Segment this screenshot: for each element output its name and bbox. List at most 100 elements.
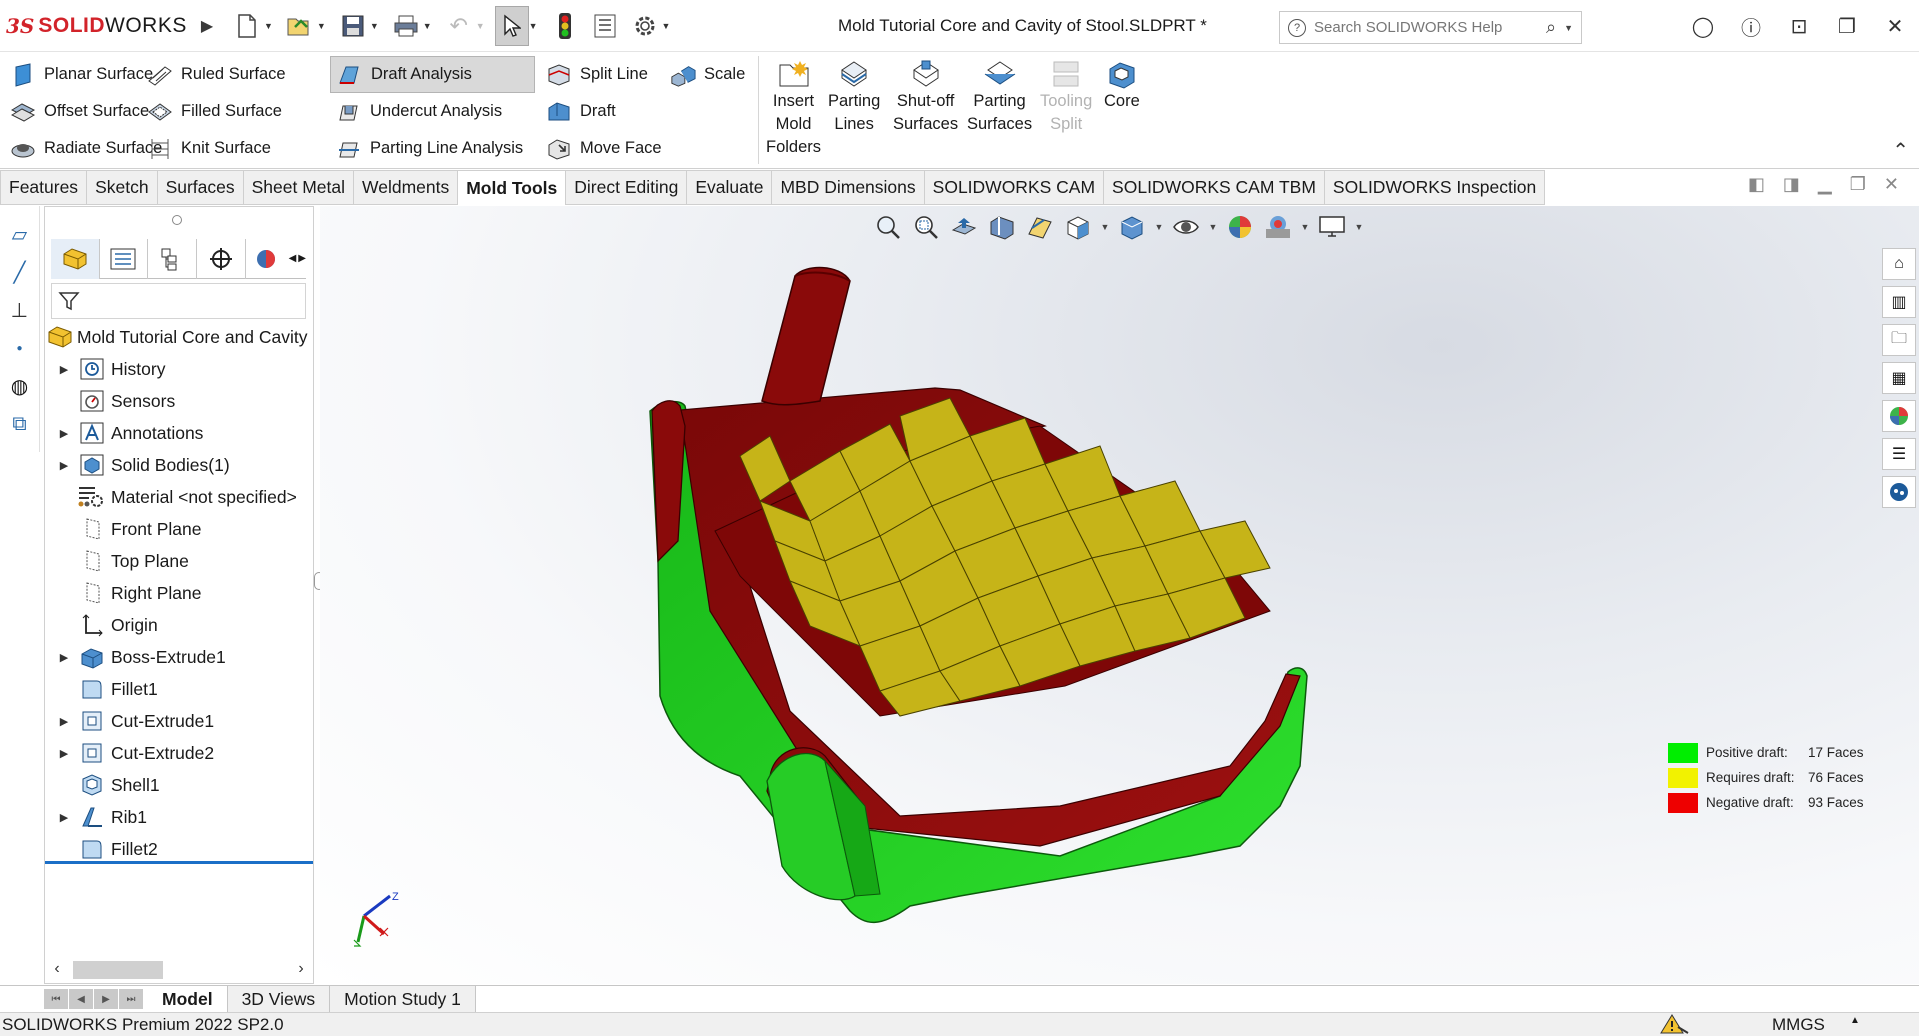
tab-scroll-left-icon[interactable]: ◀ [289, 253, 297, 264]
tree-item-rib1[interactable]: ▶ Rib1 [45, 801, 313, 833]
options-caret-icon[interactable]: ▼ [662, 21, 671, 31]
core-button[interactable]: Core [1104, 58, 1140, 113]
tree-item-cut-extrude2[interactable]: ▶ Cut-Extrude2 [45, 737, 313, 769]
flyout-arrow-icon[interactable]: ▶ [190, 6, 224, 46]
center-of-mass-icon[interactable]: ◍ [6, 372, 34, 400]
help-icon[interactable]: ⓘ [1727, 12, 1775, 41]
select-caret-icon[interactable]: ▼ [529, 21, 538, 31]
print-icon[interactable] [389, 6, 423, 46]
tab-surfaces[interactable]: Surfaces [157, 170, 244, 205]
point-icon[interactable]: ● [6, 334, 34, 362]
configuration-manager-tab[interactable] [148, 239, 197, 279]
appearances-scenes-icon[interactable] [1882, 400, 1916, 432]
scroll-track[interactable] [69, 959, 289, 979]
expand-arrow-icon[interactable]: ▶ [57, 651, 71, 664]
scroll-right-icon[interactable]: › [289, 960, 313, 978]
solidworks-forum-icon[interactable] [1882, 476, 1916, 508]
tab-weldments[interactable]: Weldments [354, 170, 459, 205]
tab-scroll-arrows[interactable]: ◀ ▶ [287, 239, 306, 278]
scroll-left-icon[interactable]: ‹ [45, 960, 69, 978]
tooling-split-button[interactable]: Tooling Split [1040, 58, 1092, 136]
viewport-tile-left-icon[interactable]: ◧ [1748, 174, 1765, 195]
section-view-icon[interactable]: ⧉ [6, 410, 34, 438]
display-manager-tab[interactable] [246, 239, 287, 279]
file-properties-icon[interactable] [588, 6, 622, 46]
tree-item-history[interactable]: ▶ History [45, 353, 313, 385]
shut-off-surfaces-button[interactable]: Shut-off Surfaces [893, 58, 958, 136]
tree-item-cut-extrude1[interactable]: ▶ Cut-Extrude1 [45, 705, 313, 737]
tab-direct-editing[interactable]: Direct Editing [566, 170, 688, 205]
graphics-viewport[interactable]: ▼ ▼ ▼ ▼ ▼ ⌂ ▥ 🗀 ▦ ☰ Positive draft: 17 F… [320, 206, 1919, 984]
open-document-icon[interactable] [283, 6, 317, 46]
filter-funnel-icon[interactable] [58, 290, 80, 312]
select-pointer-icon[interactable] [494, 5, 529, 46]
rebuild-traffic-light-icon[interactable] [548, 6, 582, 46]
tab-solidworks-inspection[interactable]: SOLIDWORKS Inspection [1324, 170, 1546, 205]
property-manager-tab[interactable] [100, 239, 149, 279]
new-caret-icon[interactable]: ▼ [264, 21, 273, 31]
tree-item-fillet1[interactable]: Fillet1 [45, 673, 313, 705]
viewport-restore-icon[interactable]: ❐ [1850, 174, 1866, 195]
expand-arrow-icon[interactable]: ▶ [57, 747, 71, 760]
custom-properties-icon[interactable]: ☰ [1882, 438, 1916, 470]
draft-analysis-button[interactable]: Draft Analysis [330, 56, 535, 93]
bottom-tab-motion-study-1[interactable]: Motion Study 1 [330, 986, 476, 1012]
tab-solidworks-cam[interactable]: SOLIDWORKS CAM [924, 170, 1105, 205]
knit-surface-button[interactable]: Knit Surface [141, 130, 292, 167]
tree-item-material-not-specified[interactable]: Material <not specified> [45, 481, 313, 513]
tree-filter-box[interactable] [51, 283, 306, 319]
view-palette-icon[interactable]: ▦ [1882, 362, 1916, 394]
print-caret-icon[interactable]: ▼ [423, 21, 432, 31]
viewport-close-icon[interactable]: ✕ [1884, 174, 1899, 195]
tree-item-right-plane[interactable]: Right Plane [45, 577, 313, 609]
ruled-surface-button[interactable]: Ruled Surface [141, 56, 292, 93]
tab-mold-tools[interactable]: Mold Tools [458, 170, 567, 205]
tab-features[interactable]: Features [0, 170, 88, 205]
tree-horizontal-scrollbar[interactable]: ‹ › [45, 955, 313, 983]
new-document-icon[interactable] [230, 6, 264, 46]
tree-item-front-plane[interactable]: Front Plane [45, 513, 313, 545]
save-icon[interactable] [336, 6, 370, 46]
undercut-analysis-button[interactable]: Undercut Analysis [330, 93, 535, 130]
move-face-button[interactable]: Move Face [540, 130, 668, 167]
unit-system-caret-icon[interactable]: ▲ [1850, 1015, 1860, 1026]
parting-line-analysis-button[interactable]: Parting Line Analysis [330, 130, 535, 167]
stool-model-draft-analysis[interactable] [320, 206, 1919, 984]
help-search-box[interactable]: ? Search SOLIDWORKS Help ⌕ ▼ [1279, 11, 1582, 44]
viewport-tile-right-icon[interactable]: ◨ [1783, 174, 1800, 195]
undo-caret-icon[interactable]: ▼ [476, 21, 485, 31]
tree-item-top-plane[interactable]: Top Plane [45, 545, 313, 577]
dimxpert-manager-tab[interactable] [197, 239, 246, 279]
open-caret-icon[interactable]: ▼ [317, 21, 326, 31]
tree-item-boss-extrude1[interactable]: ▶ Boss-Extrude1 [45, 641, 313, 673]
last-tab-icon[interactable]: ⏭ [119, 989, 143, 1009]
close-window-icon[interactable]: ✕ [1871, 14, 1919, 39]
expand-arrow-icon[interactable]: ▶ [57, 459, 71, 472]
unit-system[interactable]: MMGS [1772, 1015, 1825, 1035]
tree-item-shell1[interactable]: Shell1 [45, 769, 313, 801]
sketch-face-icon[interactable]: ▱ [6, 220, 34, 248]
tree-item-solid-bodies-1[interactable]: ▶ Solid Bodies(1) [45, 449, 313, 481]
undo-icon[interactable]: ↶ [442, 6, 476, 46]
parting-lines-button[interactable]: Parting Lines [828, 58, 880, 136]
collapse-ribbon-icon[interactable]: ⌃ [1892, 138, 1909, 163]
parting-surfaces-button[interactable]: Parting Surfaces [967, 58, 1032, 136]
options-gear-icon[interactable] [628, 6, 662, 46]
prev-tab-icon[interactable]: ◀ [69, 989, 93, 1009]
expand-arrow-icon[interactable]: ▶ [57, 811, 71, 824]
tab-solidworks-cam-tbm[interactable]: SOLIDWORKS CAM TBM [1104, 170, 1325, 205]
scroll-thumb[interactable] [73, 961, 163, 979]
tree-item-sensors[interactable]: Sensors [45, 385, 313, 417]
tab-sheet-metal[interactable]: Sheet Metal [243, 170, 355, 205]
search-caret-icon[interactable]: ▼ [1564, 23, 1573, 33]
tree-item-origin[interactable]: Origin [45, 609, 313, 641]
scale-button[interactable]: Scale [664, 56, 751, 93]
feature-tree-tab[interactable] [51, 239, 100, 279]
tree-root-part[interactable]: Mold Tutorial Core and Cavity of Stool [45, 321, 313, 353]
sketch-line-icon[interactable]: ╱ [6, 258, 34, 286]
pin-window-icon[interactable]: ⊡ [1775, 14, 1823, 39]
expand-arrow-icon[interactable]: ▶ [57, 715, 71, 728]
bottom-tab-3d-views[interactable]: 3D Views [227, 986, 331, 1012]
viewport-minimize-icon[interactable]: ▁ [1818, 174, 1832, 195]
first-tab-icon[interactable]: ⏮ [44, 989, 68, 1009]
